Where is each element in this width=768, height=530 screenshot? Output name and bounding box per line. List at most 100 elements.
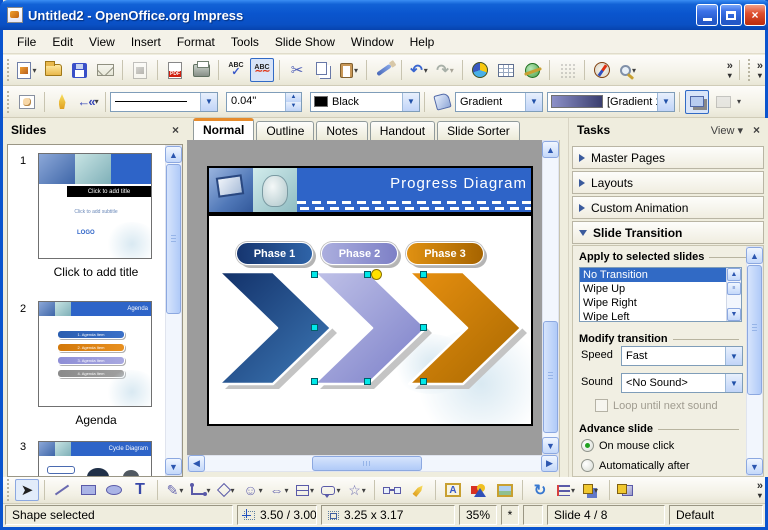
line-color-select[interactable]: Black ▼ (310, 92, 420, 112)
line-style-select[interactable]: ▼ (110, 92, 218, 112)
spin-down-icon[interactable]: ▼ (286, 102, 301, 111)
loop-checkbox[interactable] (595, 399, 608, 412)
vertical-scrollbar[interactable]: ▲ ▼ (542, 140, 559, 455)
toolbar-grip[interactable] (6, 91, 11, 113)
spin-up-icon[interactable]: ▲ (286, 93, 301, 102)
basic-shapes-tool[interactable]: ▾ (215, 479, 239, 501)
slide-canvas[interactable]: Progress Diagram Phase 1 Phase 2 Phase 3 (207, 166, 533, 426)
transition-option[interactable]: Wipe Left (580, 310, 741, 322)
redo-button[interactable]: ↷▾ (433, 58, 457, 82)
navigator-button[interactable] (590, 58, 614, 82)
tab-slide-sorter[interactable]: Slide Sorter (437, 121, 520, 140)
fontwork-button[interactable]: A (441, 479, 465, 501)
on-mouse-click-radio[interactable] (581, 439, 594, 452)
crop-button[interactable] (711, 90, 735, 114)
line-tool[interactable] (50, 479, 74, 501)
chevron-arrows-graphic[interactable] (209, 268, 533, 394)
curve-tool[interactable]: ✎▾ (163, 479, 187, 501)
hyperlink-button[interactable] (520, 58, 544, 82)
scroll-up-icon[interactable]: ▲ (727, 268, 741, 281)
points-tool[interactable] (380, 479, 404, 501)
menu-file[interactable]: File (9, 32, 44, 52)
callouts-tool[interactable]: ▾ (319, 479, 343, 501)
section-custom-animation[interactable]: Custom Animation (572, 196, 764, 219)
scrollbar-thumb[interactable] (543, 321, 558, 433)
menu-tools[interactable]: Tools (223, 32, 267, 52)
listbox-scrollbar[interactable]: ▲ ≡ ▼ (726, 268, 741, 321)
scroll-down-icon[interactable]: ▼ (727, 308, 741, 321)
maximize-button[interactable] (720, 4, 742, 26)
toolbar-grip[interactable] (6, 479, 11, 501)
fill-dialog-button[interactable] (430, 90, 454, 114)
horizontal-scrollbar[interactable]: ◀ ▶ (187, 455, 559, 472)
extrusion-button[interactable] (615, 479, 639, 501)
tasks-view-menu[interactable]: View ▾ (711, 124, 743, 137)
toolbar-overflow-button[interactable]: »▾ (727, 61, 733, 80)
paste-button[interactable]: ▾ (337, 58, 361, 82)
scroll-down-icon[interactable]: ▼ (542, 437, 559, 454)
scroll-right-icon[interactable]: ▶ (541, 455, 558, 472)
autospellcheck-button[interactable]: ABC∼∼ (250, 58, 274, 82)
phase2-pill[interactable]: Phase 2 (321, 242, 398, 265)
alignment-button[interactable]: ▾ (554, 479, 578, 501)
symbol-shapes-tool[interactable]: ☺▾ (241, 479, 265, 501)
phase1-pill[interactable]: Phase 1 (236, 242, 313, 265)
menu-insert[interactable]: Insert (123, 32, 169, 52)
menu-edit[interactable]: Edit (44, 32, 81, 52)
save-button[interactable] (67, 58, 91, 82)
rotation-handle[interactable] (371, 269, 382, 280)
format-paintbrush-button[interactable] (372, 58, 396, 82)
close-icon[interactable]: × (753, 123, 760, 137)
display-grid-button[interactable] (555, 58, 579, 82)
selection-handle[interactable] (420, 324, 427, 331)
zoom-button[interactable]: ▾ (616, 58, 640, 82)
scrollbar-thumb[interactable] (312, 456, 422, 471)
copy-button[interactable] (311, 58, 335, 82)
status-zoom[interactable]: 35% (459, 505, 497, 525)
from-file-button[interactable] (467, 479, 491, 501)
scrollbar-thumb[interactable] (747, 265, 762, 395)
text-tool[interactable]: T (128, 479, 152, 501)
new-document-button[interactable]: ▾ (15, 58, 39, 82)
undo-button[interactable]: ↶▾ (407, 58, 431, 82)
tasks-scrollbar[interactable]: ▲ ▼ (746, 246, 763, 476)
selection-handle[interactable] (420, 378, 427, 385)
fill-gradient-select[interactable]: [Gradient 1] ▼ (547, 92, 675, 112)
cut-button[interactable]: ✂ (285, 58, 309, 82)
scroll-up-icon[interactable]: ▲ (542, 141, 559, 158)
ellipse-tool[interactable] (102, 479, 126, 501)
open-button[interactable] (41, 58, 65, 82)
selection-handle[interactable] (364, 271, 371, 278)
block-arrows-tool[interactable]: ⇔▾ (267, 479, 291, 501)
transition-option[interactable]: Wipe Up (580, 282, 741, 296)
menu-slideshow[interactable]: Slide Show (267, 32, 343, 52)
scrollbar-thumb[interactable] (166, 164, 181, 314)
selection-handle[interactable] (311, 378, 318, 385)
email-button[interactable] (93, 58, 117, 82)
speed-select[interactable]: Fast ▼ (621, 346, 743, 366)
menu-window[interactable]: Window (343, 32, 402, 52)
close-icon[interactable]: × (172, 123, 179, 137)
transition-option[interactable]: Wipe Right (580, 296, 741, 310)
tab-normal[interactable]: Normal (193, 118, 254, 140)
toolbar-more-icon[interactable]: ▾ (737, 97, 741, 106)
menu-help[interactable]: Help (402, 32, 443, 52)
scroll-left-icon[interactable]: ◀ (188, 455, 205, 472)
arrow-style-button[interactable]: ←«▾ (76, 90, 100, 114)
transition-option-selected[interactable]: No Transition (580, 268, 741, 282)
automatically-after-radio[interactable] (581, 459, 594, 472)
flowchart-tool[interactable]: ▾ (293, 479, 317, 501)
menu-format[interactable]: Format (169, 32, 223, 52)
arrange-button[interactable]: ▾ (580, 479, 604, 501)
section-slide-transition[interactable]: Slide Transition (572, 221, 764, 244)
tab-outline[interactable]: Outline (256, 121, 314, 140)
slide-thumbnail-1[interactable]: Click to add title Click to add subtitle… (38, 153, 152, 259)
edit-file-button[interactable] (128, 58, 152, 82)
slide-thumbnail-2[interactable]: Agenda 1. Agenda Item 2. Agenda Item 3. … (38, 301, 152, 407)
menu-view[interactable]: View (81, 32, 123, 52)
transition-listbox[interactable]: No Transition Wipe Up Wipe Right Wipe Le… (579, 267, 742, 322)
minimize-button[interactable] (696, 4, 718, 26)
line-dialog-button[interactable] (50, 90, 74, 114)
scrollbar-thumb[interactable]: ≡ (727, 282, 741, 295)
selection-handle[interactable] (311, 324, 318, 331)
